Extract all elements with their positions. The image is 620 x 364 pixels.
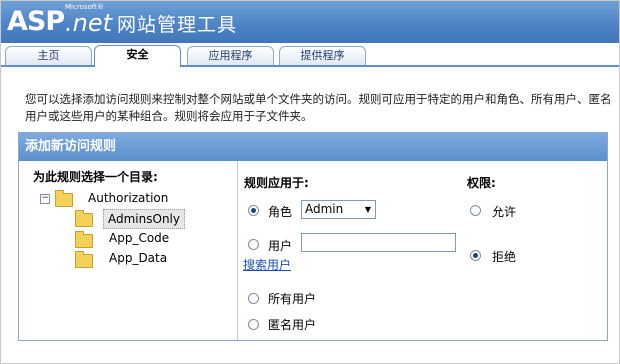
folder-icon: [75, 231, 93, 248]
user-name-input[interactable]: [301, 233, 456, 252]
header-bar: ASP Microsoft® .net 网站管理工具: [1, 1, 619, 43]
tab-application[interactable]: 应用程序: [187, 46, 274, 65]
page-description: 您可以选择添加访问规则来控制对整个网站或单个文件夹的访问。规则可应用于特定的用户…: [25, 92, 612, 123]
tab-provider[interactable]: 提供程序: [279, 46, 366, 65]
panel-title: 添加新访问规则: [19, 133, 607, 161]
logo-asp-text: ASP: [7, 6, 65, 37]
app-title: 网站管理工具: [117, 14, 238, 36]
apply-column-title: 规则应用于:: [244, 176, 309, 190]
permission-column-title: 权限:: [467, 176, 496, 190]
folder-icon: [75, 210, 93, 227]
anonymous-users-label: 匿名用户: [268, 318, 317, 332]
user-radio[interactable]: [248, 239, 259, 250]
logo-net-text: .net: [65, 9, 113, 37]
tree-node-adminsonly[interactable]: AdminsOnly: [103, 209, 185, 229]
deny-label: 拒绝: [492, 250, 517, 264]
anonymous-users-radio[interactable]: [248, 319, 259, 330]
role-select-value: Admin: [305, 202, 344, 216]
tab-home[interactable]: 主页: [5, 46, 92, 65]
add-access-rule-panel: 添加新访问规则 为此规则选择一个目录: − Authorization Admi…: [18, 132, 608, 341]
deny-radio[interactable]: [470, 250, 481, 261]
tree-node-app-code[interactable]: App_Code: [109, 229, 169, 247]
column-divider: [237, 161, 238, 340]
folder-column-title: 为此规则选择一个目录:: [33, 170, 158, 184]
tab-security[interactable]: 安全: [94, 45, 181, 67]
role-radio[interactable]: [248, 205, 259, 216]
all-users-label: 所有用户: [268, 292, 317, 306]
tree-node-authorization[interactable]: Authorization: [88, 189, 168, 207]
dropdown-arrow-icon: ▼: [364, 205, 371, 214]
user-label: 用户: [268, 239, 293, 253]
folder-icon: [55, 190, 73, 207]
allow-radio[interactable]: [470, 205, 481, 216]
all-users-radio[interactable]: [248, 293, 259, 304]
folder-icon: [75, 251, 93, 268]
tab-bar: 主页 安全 应用程序 提供程序: [1, 43, 619, 67]
allow-label: 允许: [492, 205, 517, 219]
search-users-link[interactable]: 搜索用户: [243, 256, 291, 273]
role-label: 角色: [268, 205, 293, 219]
collapse-icon[interactable]: −: [40, 194, 50, 204]
tree-node-app-data[interactable]: App_Data: [109, 249, 167, 267]
role-select[interactable]: Admin ▼: [301, 200, 376, 219]
